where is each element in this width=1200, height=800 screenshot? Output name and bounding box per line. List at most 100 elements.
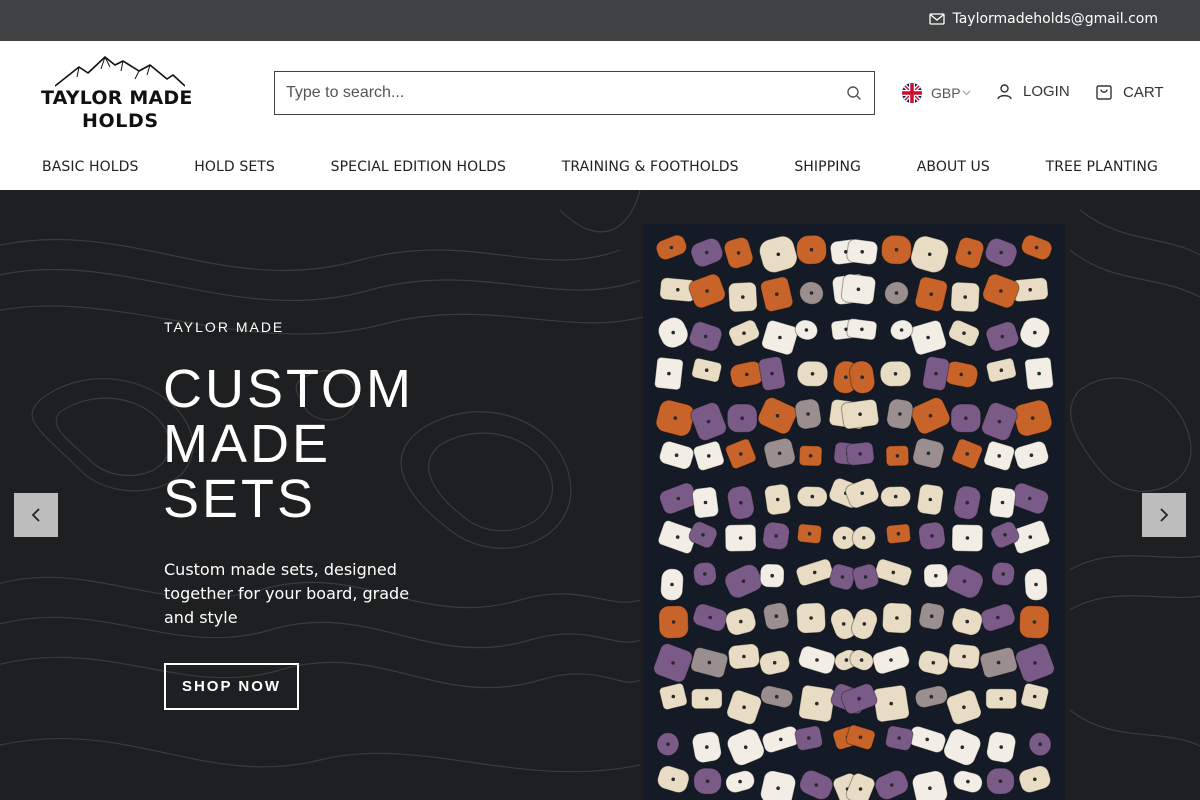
hold-bolt-hole [1028, 287, 1032, 292]
hold-bolt-hole [676, 287, 680, 292]
shop-now-button[interactable]: SHOP NOW [164, 663, 299, 710]
chevron-left-icon [31, 508, 40, 522]
hold-bolt-hole [705, 745, 709, 749]
hold-bolt-hole [674, 453, 679, 457]
hold-bolt-hole [860, 375, 864, 379]
contact-email-link[interactable]: Taylormadeholds@gmail.com [929, 11, 1158, 27]
site-header: TAYLOR MADE HOLDS GBP LOGIN CART BASIC [0, 41, 1200, 190]
hold-bolt-hole [671, 330, 675, 335]
hold-bolt-hole [1000, 500, 1005, 505]
hold-bolt-hole [999, 368, 1004, 372]
hold-bolt-hole [742, 331, 746, 335]
hold-bolt-hole [705, 696, 709, 701]
hold-bolt-hole [928, 786, 932, 790]
hold-bolt-hole [997, 454, 1001, 458]
cart-link[interactable]: CART [1095, 83, 1164, 101]
nav-item-basic-holds[interactable]: BASIC HOLDS [42, 159, 139, 177]
hold-bolt-hole [930, 534, 934, 538]
hold-bolt-hole [858, 412, 862, 416]
mountain-logo-icon [55, 56, 185, 87]
search-icon[interactable] [846, 85, 862, 101]
hold-bolt-hole [934, 573, 938, 578]
hold-bolt-hole [806, 412, 810, 416]
hold-bolt-hole [774, 694, 779, 699]
hold-bolt-hole [965, 536, 970, 540]
search-input[interactable] [275, 72, 830, 114]
hold-bolt-hole [739, 500, 743, 505]
hold-bolt-hole [842, 536, 846, 540]
climbing-holds-photo [643, 224, 1065, 800]
hero-headline-line: MADE [163, 414, 332, 474]
hero-eyebrow: TAYLOR MADE [164, 319, 285, 335]
nav-item-hold-sets[interactable]: HOLD SETS [194, 159, 275, 177]
hold-bolt-hole [701, 533, 705, 537]
hold-bolt-hole [745, 372, 749, 377]
nav-item-training-footholds[interactable]: TRAINING & FOOTHOLDS [562, 159, 739, 177]
hold-bolt-hole [704, 368, 709, 372]
nav-item-about-us[interactable]: ABOUT US [917, 159, 990, 177]
climbing-holds-collage [653, 234, 1055, 800]
hold-bolt-hole [1037, 371, 1041, 376]
hero-slideshow: TAYLOR MADE CUSTOM MADE SETS Custom made… [0, 190, 1200, 800]
hold-bolt-hole [808, 454, 813, 458]
hold-bolt-hole [705, 779, 710, 783]
hold-bolt-hole [736, 251, 741, 255]
cart-icon [1096, 85, 1112, 100]
main-nav: BASIC HOLDS HOLD SETS SPECIAL EDITION HO… [42, 159, 1158, 177]
hold-bolt-hole [1033, 661, 1037, 665]
hold-bolt-hole [962, 654, 966, 659]
nav-item-special-edition-holds[interactable]: SPECIAL EDITION HOLDS [331, 159, 506, 177]
chevron-right-icon [1160, 508, 1169, 522]
hold-bolt-hole [810, 372, 815, 376]
hold-bolt-hole [742, 654, 746, 659]
hold-bolt-hole [815, 701, 819, 706]
hold-bolt-hole [889, 658, 893, 662]
hold-bolt-hole [931, 660, 936, 665]
hold-bolt-hole [999, 696, 1003, 701]
slideshow-prev-button[interactable] [14, 493, 58, 537]
hold-bolt-hole [804, 328, 809, 332]
hold-bolt-hole [675, 535, 680, 539]
site-logo[interactable]: TAYLOR MADE HOLDS [41, 53, 199, 133]
hold-bolt-hole [671, 661, 675, 665]
hold-bolt-hole [897, 736, 901, 740]
contact-email: Taylormadeholds@gmail.com [952, 11, 1158, 27]
hold-bolt-hole [856, 287, 861, 292]
hold-bolt-hole [844, 375, 848, 379]
login-link[interactable]: LOGIN [996, 83, 1070, 100]
slideshow-next-button[interactable] [1142, 493, 1186, 537]
currency-selector[interactable]: GBP [902, 83, 971, 103]
hold-bolt-hole [1001, 572, 1005, 576]
hold-bolt-hole [740, 416, 744, 420]
hold-bolt-hole [862, 622, 867, 626]
hold-bolt-hole [741, 579, 746, 583]
hold-bolt-hole [898, 412, 902, 416]
hold-bolt-hole [999, 745, 1003, 749]
hold-bolt-hole [673, 416, 678, 420]
hold-bolt-hole [1028, 535, 1033, 539]
hold-bolt-hole [893, 494, 898, 499]
mail-icon [929, 13, 946, 25]
hold-bolt-hole [840, 575, 845, 579]
hold-bolt-hole [739, 452, 743, 456]
hero-headline: CUSTOM MADE SETS [163, 362, 463, 527]
nav-item-tree-planting[interactable]: TREE PLANTING [1046, 159, 1158, 177]
hold-bolt-hole [703, 334, 708, 339]
nav-item-shipping[interactable]: SHIPPING [794, 159, 861, 177]
login-label: LOGIN [1023, 83, 1070, 100]
hold-bolt-hole [809, 616, 813, 620]
hold-bolt-hole [926, 335, 930, 340]
hold-bolt-hole [1029, 453, 1034, 457]
hold-bolt-hole [703, 500, 708, 505]
hold-bolt-hole [1030, 416, 1035, 420]
hold-bolt-hole [934, 371, 938, 376]
hold-bolt-hole [666, 742, 670, 746]
hold-bolt-hole [671, 620, 676, 624]
hold-bolt-hole [707, 454, 711, 458]
hold-bolt-hole [741, 295, 745, 299]
hold-bolt-hole [814, 783, 819, 787]
hold-bolt-hole [1003, 533, 1007, 537]
hold-bolt-hole [770, 371, 774, 376]
hold-bolt-hole [775, 413, 780, 418]
hold-bolt-hole [779, 737, 783, 742]
